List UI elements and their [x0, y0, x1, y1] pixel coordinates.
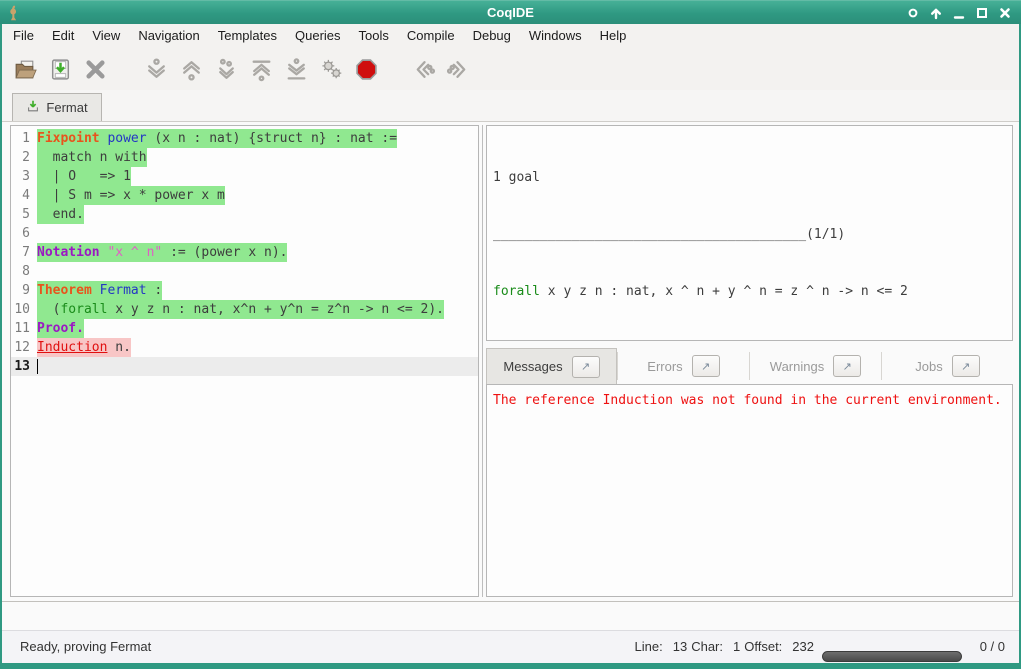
menu-item-navigation[interactable]: Navigation — [129, 24, 208, 48]
previous-occurrence-button[interactable] — [408, 54, 438, 84]
app-window: CoqIDE File Edit View Navigation Templat… — [0, 0, 1021, 669]
tab-label: Fermat — [46, 100, 87, 115]
tab-save-icon — [26, 99, 40, 116]
line-number: 11 — [11, 321, 37, 336]
goal-count: 1 goal — [493, 168, 1006, 187]
document-tabbar: Fermat — [2, 90, 1019, 122]
line-number: 2 — [11, 150, 37, 165]
menu-item-tools[interactable]: Tools — [350, 24, 398, 48]
code-line: 5 end. — [11, 205, 478, 224]
line-number: 6 — [11, 226, 37, 241]
line-number: 12 — [11, 340, 37, 355]
main-area: 1Fixpoint power (x n : nat) {struct n} :… — [2, 122, 1019, 601]
menu-item-help[interactable]: Help — [591, 24, 636, 48]
backward-one-command-button[interactable] — [176, 54, 206, 84]
menu-item-view[interactable]: View — [83, 24, 129, 48]
bottom-strip — [2, 601, 1019, 630]
menu-item-file[interactable]: File — [4, 24, 43, 48]
goal-panel[interactable]: 1 goal _________________________________… — [486, 125, 1013, 341]
code-line: 6 — [11, 224, 478, 243]
code-line: 10 (forall x y z n : nat, x^n + y^n = z^… — [11, 300, 478, 319]
minimize-icon[interactable] — [951, 5, 967, 21]
code-line: 2 match n with — [11, 148, 478, 167]
progress-slider — [822, 651, 962, 662]
code-line: 1Fixpoint power (x n : nat) {struct n} :… — [11, 129, 478, 148]
goal-separator: ________________________________________… — [493, 225, 1006, 244]
circle-icon[interactable] — [905, 5, 921, 21]
detach-jobs-button[interactable]: ↗ — [952, 355, 980, 377]
tab-fermat[interactable]: Fermat — [12, 93, 102, 121]
menu-item-compile[interactable]: Compile — [398, 24, 464, 48]
cursor-position: Line: 13 Char: 1 Offset: 232 — [635, 639, 818, 654]
status-message: Ready, proving Fermat — [20, 639, 151, 654]
feedback-tabbar: Messages ↗ Errors ↗ Warnings ↗ Jobs ↗ — [486, 348, 1013, 384]
code-line: 12Induction n. — [11, 338, 478, 357]
code-line: 7Notation "x ^ n" := (power x n). — [11, 243, 478, 262]
menu-item-edit[interactable]: Edit — [43, 24, 83, 48]
line-number: 3 — [11, 169, 37, 184]
line-number: 13 — [11, 359, 37, 374]
tab-errors[interactable]: Errors ↗ — [618, 348, 749, 384]
line-number: 5 — [11, 207, 37, 222]
menu-item-windows[interactable]: Windows — [520, 24, 591, 48]
interrupt-button[interactable] — [351, 54, 381, 84]
save-button[interactable] — [45, 54, 75, 84]
code-line: 3 | O => 1 — [11, 167, 478, 186]
run-to-cursor-button[interactable] — [211, 54, 241, 84]
text-cursor — [37, 359, 38, 374]
next-occurrence-button[interactable] — [443, 54, 473, 84]
detach-errors-button[interactable]: ↗ — [692, 355, 720, 377]
line-label: Line: — [635, 639, 663, 654]
tab-warnings-label: Warnings — [770, 359, 824, 374]
code-line: 4 | S m => x * power x m — [11, 186, 478, 205]
char-label: Char: — [691, 639, 723, 654]
forward-one-command-button[interactable] — [141, 54, 171, 84]
menu-item-queries[interactable]: Queries — [286, 24, 350, 48]
char-value: 1 — [733, 639, 740, 654]
line-number: 4 — [11, 188, 37, 203]
line-number: 8 — [11, 264, 37, 279]
tab-jobs-label: Jobs — [915, 359, 942, 374]
restart-button[interactable] — [246, 54, 276, 84]
window-controls — [905, 5, 1021, 21]
menu-item-debug[interactable]: Debug — [464, 24, 520, 48]
line-value: 13 — [673, 639, 687, 654]
jobs-count: 0 / 0 — [980, 639, 1005, 654]
statusbar: Ready, proving Fermat Line: 13 Char: 1 O… — [2, 630, 1019, 663]
line-number: 7 — [11, 245, 37, 260]
open-button[interactable] — [10, 54, 40, 84]
pane-splitter[interactable] — [479, 125, 486, 597]
tab-errors-label: Errors — [647, 359, 682, 374]
code-line: 11Proof. — [11, 319, 478, 338]
fully-check-button[interactable] — [316, 54, 346, 84]
error-message: The reference Induction was not found in… — [487, 385, 1012, 416]
goal-statement: forall x y z n : nat, x ^ n + y ^ n = z … — [493, 282, 1006, 301]
offset-label: Offset: — [744, 639, 782, 654]
code-line: 13 — [11, 357, 478, 376]
code-line: 9Theorem Fermat : — [11, 281, 478, 300]
detach-messages-button[interactable]: ↗ — [572, 356, 600, 378]
line-number: 1 — [11, 131, 37, 146]
menubar: File Edit View Navigation Templates Quer… — [2, 24, 1019, 48]
titlebar: CoqIDE — [0, 0, 1021, 24]
tab-messages-label: Messages — [503, 359, 562, 374]
offset-value: 232 — [792, 639, 814, 654]
script-editor[interactable]: 1Fixpoint power (x n : nat) {struct n} :… — [10, 125, 479, 597]
tab-messages[interactable]: Messages ↗ — [486, 348, 617, 384]
tab-jobs[interactable]: Jobs ↗ — [882, 348, 1013, 384]
close-file-button[interactable] — [80, 54, 110, 84]
run-to-end-button[interactable] — [281, 54, 311, 84]
line-number: 10 — [11, 302, 37, 317]
detach-warnings-button[interactable]: ↗ — [833, 355, 861, 377]
maximize-icon[interactable] — [974, 5, 990, 21]
messages-panel[interactable]: The reference Induction was not found in… — [486, 384, 1013, 597]
up-arrow-icon[interactable] — [928, 5, 944, 21]
toolbar — [2, 48, 1019, 90]
window-title: CoqIDE — [0, 5, 1021, 20]
menu-item-templates[interactable]: Templates — [209, 24, 286, 48]
tab-warnings[interactable]: Warnings ↗ — [750, 348, 881, 384]
close-icon[interactable] — [997, 5, 1013, 21]
code-line: 8 — [11, 262, 478, 281]
line-number: 9 — [11, 283, 37, 298]
